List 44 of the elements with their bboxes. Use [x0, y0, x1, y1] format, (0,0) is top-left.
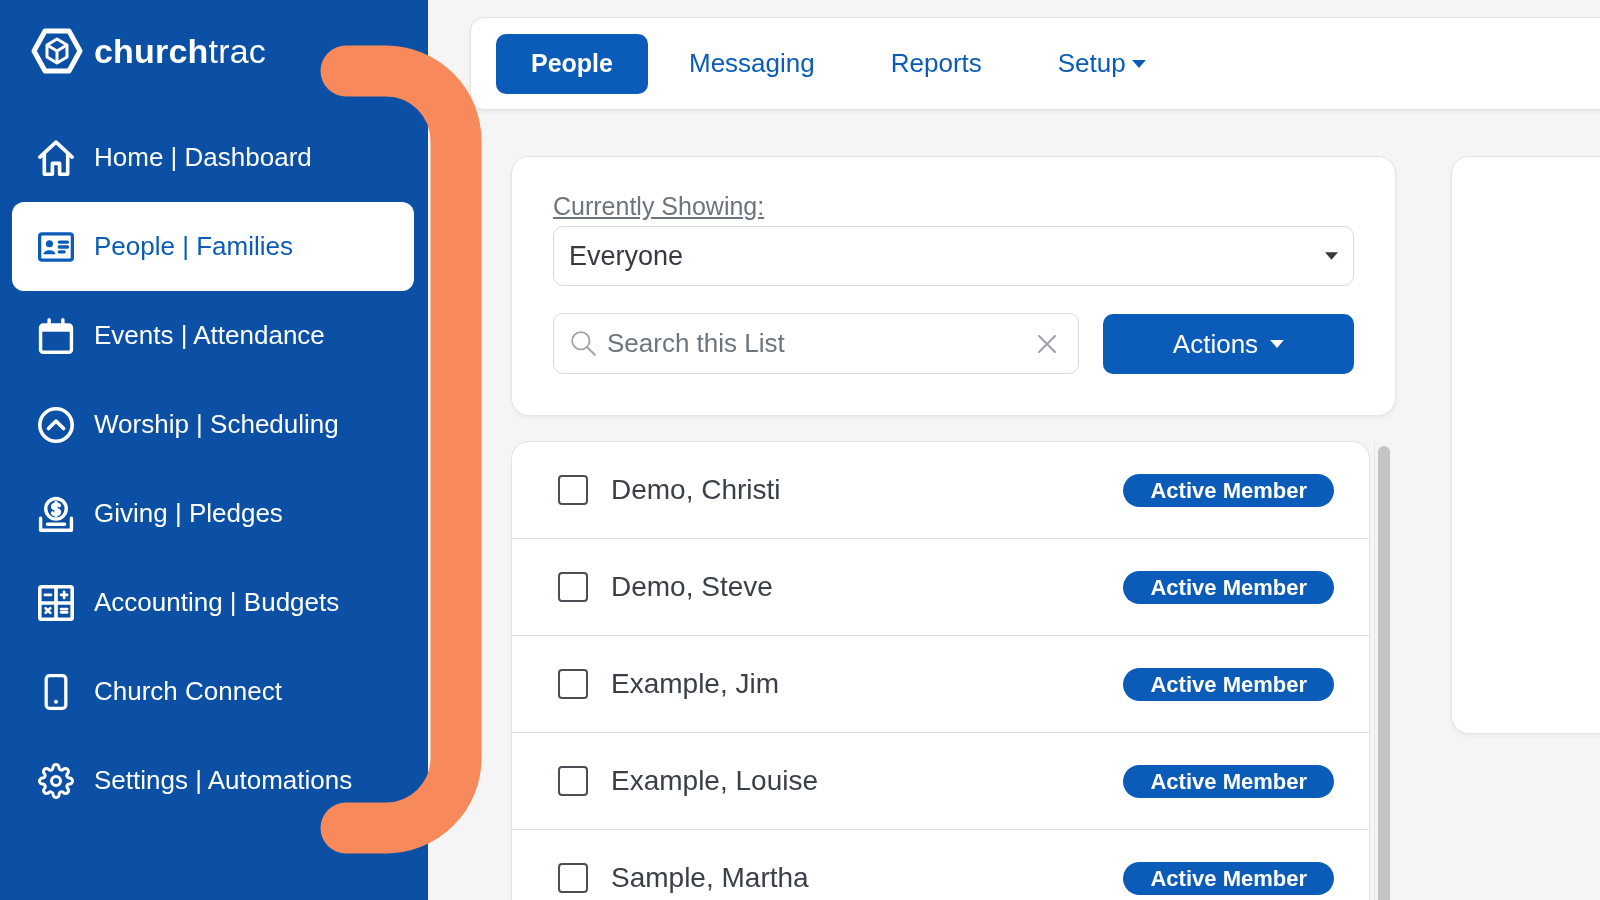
- chevron-circle-icon: [38, 406, 74, 443]
- sidebar-item[interactable]: Settings | Automations: [12, 736, 414, 825]
- caret-icon: [1270, 340, 1285, 348]
- sidebar-item[interactable]: Accounting | Budgets: [12, 558, 414, 647]
- calendar-icon: [38, 317, 74, 354]
- person-name[interactable]: Example, Louise: [611, 765, 1124, 797]
- nav-tab[interactable]: People: [496, 33, 648, 94]
- caret-icon: [1325, 252, 1338, 260]
- status-badge: Active Member: [1123, 473, 1334, 507]
- search-field[interactable]: Search this List: [553, 313, 1079, 374]
- sidebar-item[interactable]: Worship | Scheduling: [12, 380, 414, 469]
- cube-logo-icon: [31, 27, 83, 75]
- person-name[interactable]: Demo, Steve: [611, 571, 1124, 603]
- checkbox[interactable]: [558, 766, 588, 796]
- filter-label: Currently Showing:: [553, 191, 765, 221]
- settings-icon: [38, 762, 74, 799]
- person-name[interactable]: Demo, Christi: [611, 474, 1124, 506]
- scrollbar-thumb[interactable]: [1378, 446, 1390, 900]
- sidebar-item[interactable]: Church Connect: [12, 647, 414, 736]
- search-icon: [570, 330, 596, 356]
- coin-tray-icon: [38, 495, 74, 532]
- checkbox[interactable]: [558, 572, 588, 602]
- calculator-icon: [38, 584, 74, 621]
- sidebar-item[interactable]: Giving | Pledges: [12, 469, 414, 558]
- checkbox[interactable]: [558, 863, 588, 893]
- nav-tab[interactable]: Reports: [855, 33, 1017, 94]
- nav-tab[interactable]: Setup: [1022, 33, 1181, 94]
- checkbox[interactable]: [558, 669, 588, 699]
- person-name[interactable]: Example, Jim: [611, 668, 1124, 700]
- status-badge: Active Member: [1123, 764, 1334, 798]
- house-icon: [38, 139, 74, 176]
- status-badge: Active Member: [1123, 861, 1334, 895]
- checkbox[interactable]: [558, 475, 588, 505]
- sidebar-item[interactable]: Home | Dashboard: [12, 113, 414, 202]
- person-name[interactable]: Sample, Martha: [611, 862, 1124, 894]
- sidebar-item[interactable]: People | Families: [12, 202, 414, 291]
- close-icon[interactable]: [1038, 335, 1056, 353]
- sidebar-item[interactable]: Events | Attendance: [12, 291, 414, 380]
- status-badge: Active Member: [1123, 667, 1334, 701]
- status-badge: Active Member: [1123, 570, 1334, 604]
- logo-wordmark: churchtrac: [94, 31, 267, 72]
- actions-button[interactable]: Actions: [1103, 314, 1354, 374]
- filter-dropdown[interactable]: Everyone: [553, 226, 1354, 286]
- nav-tab[interactable]: Messaging: [654, 33, 850, 94]
